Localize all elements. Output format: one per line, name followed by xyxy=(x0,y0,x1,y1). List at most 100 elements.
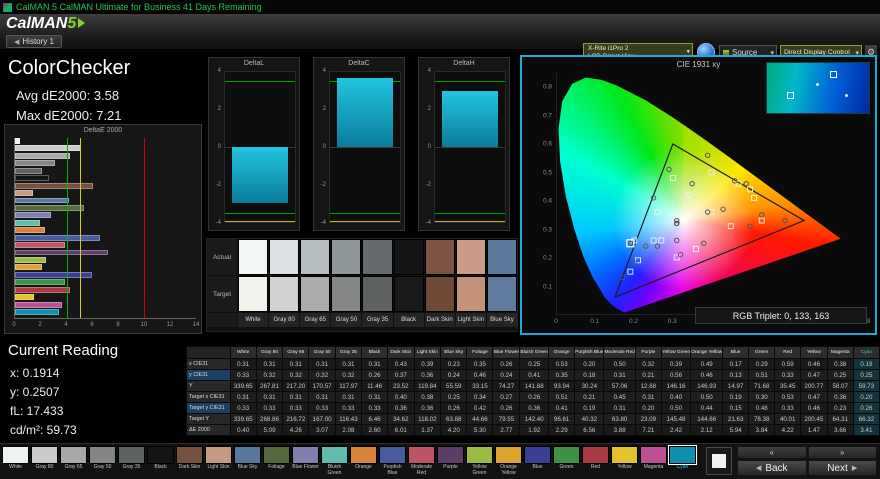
row-label: Target Y xyxy=(186,413,231,425)
cell: 2.08 xyxy=(334,424,363,436)
patch-button-Blue Flower[interactable]: Blue Flower xyxy=(292,446,319,478)
cell: 35.45 xyxy=(774,380,802,392)
axis-tick: 0.1 xyxy=(542,283,552,291)
patch-button-Light Skin[interactable]: Light Skin xyxy=(205,446,232,478)
deltah-bar xyxy=(442,90,498,147)
cell: 34.62 xyxy=(387,413,415,425)
patch-button-Orange[interactable]: Orange xyxy=(350,446,377,478)
patch-label: Purple xyxy=(443,464,458,470)
patch-button-Gray 65[interactable]: Gray 65 xyxy=(60,446,87,478)
cell: 0.25 xyxy=(519,358,550,370)
cell: 0.41 xyxy=(548,402,576,414)
inset-point xyxy=(844,94,848,97)
next-button[interactable]: Next ▶ xyxy=(807,460,877,476)
pattern-window-button[interactable] xyxy=(706,447,732,475)
cell: 116.43 xyxy=(334,413,363,425)
patch-button-Blue[interactable]: Blue xyxy=(524,446,551,478)
page-title: ColorChecker xyxy=(8,57,131,79)
cell: 59.73 xyxy=(852,380,880,392)
patch-button-Gray 50[interactable]: Gray 50 xyxy=(89,446,116,478)
gray-ref-line xyxy=(435,147,505,148)
cell: 0.32 xyxy=(255,369,284,381)
patch-button-Dark Skin[interactable]: Dark Skin xyxy=(176,446,203,478)
cell: 66.32 xyxy=(852,413,880,425)
cell: 0.40 xyxy=(387,391,415,403)
patch-button-Black[interactable]: Black xyxy=(147,446,174,478)
patch-label: Red xyxy=(590,464,601,470)
swatch-name: Gray 80 xyxy=(269,313,300,327)
measured-point xyxy=(782,217,788,224)
col-header: Gray 35 xyxy=(334,346,363,359)
patch-button-Blue Sky[interactable]: Blue Sky xyxy=(234,446,261,478)
patch-button-Yellow[interactable]: Yellow xyxy=(611,446,638,478)
cell: 119.84 xyxy=(413,380,442,392)
axis-tick: 0.3 xyxy=(667,318,677,325)
back-button[interactable]: ◀ Back xyxy=(737,460,807,476)
deltae-bar xyxy=(15,301,63,308)
patch-label: Bluish Green xyxy=(327,464,342,476)
cell: 0.17 xyxy=(722,358,750,370)
actual-swatch-Gray 80 xyxy=(269,239,300,275)
history-tab[interactable]: ◀ History 1 xyxy=(6,35,62,48)
patch-button-Bluish Green[interactable]: Bluish Green xyxy=(321,446,348,478)
cell: 78.38 xyxy=(748,413,776,425)
cell: 5.30 xyxy=(466,424,494,436)
cell: 2.12 xyxy=(690,424,724,436)
cell: 0.25 xyxy=(440,391,468,403)
patch-swatch xyxy=(234,446,261,464)
row-label: x CIE31 xyxy=(186,358,231,370)
deltah-plot xyxy=(434,71,506,223)
next-label: Next xyxy=(827,462,848,474)
axis-tick: 6 xyxy=(90,322,94,328)
axis-tick: 0.3 xyxy=(542,226,552,234)
col-header: Cyan xyxy=(852,346,880,359)
patch-button-Red[interactable]: Red xyxy=(582,446,609,478)
patch-button-Yellow Green[interactable]: Yellow Green xyxy=(466,446,493,478)
patch-button-Purple[interactable]: Purple xyxy=(437,446,464,478)
measured-point xyxy=(674,237,680,244)
patch-button-Cyan[interactable]: Cyan xyxy=(668,445,697,478)
patch-button-Magenta[interactable]: Magenta xyxy=(640,446,667,478)
cell: 0.31 xyxy=(308,358,336,370)
target-swatch-White xyxy=(238,276,269,312)
cell: 0.53 xyxy=(774,391,802,403)
axis-tick: 2 xyxy=(38,322,42,328)
cell: 0.15 xyxy=(722,402,750,414)
patch-button-Purplish Blue[interactable]: Purplish Blue xyxy=(379,446,406,478)
cell: 40.01 xyxy=(774,413,802,425)
gamut-triangle xyxy=(613,143,806,299)
patch-button-Green[interactable]: Green xyxy=(553,446,580,478)
cell: 74.27 xyxy=(492,380,521,392)
cell: 339.65 xyxy=(229,413,257,425)
deltae-chart-panel[interactable]: DeltaE 2000 0 2 4 6 8 10 12 14 xyxy=(4,124,202,334)
deltac-chart-panel[interactable]: DeltaC 4 2 0 -2 -4 xyxy=(313,57,405,231)
actual-swatch-Gray 35 xyxy=(362,239,393,275)
cie-chart-panel[interactable]: CIE 1931 xy 00.10.20.30.40.50.60.70.8 0.… xyxy=(520,55,877,335)
patch-button-Foliage[interactable]: Foliage xyxy=(263,446,290,478)
swatch-grid[interactable]: Actual Target White Gray 80 Gray 65 Gray 50 Gr… xyxy=(206,238,518,332)
skip-back-button[interactable]: « xyxy=(737,446,807,459)
patch-button-Moderate Red[interactable]: Moderate Red xyxy=(408,446,435,478)
axis-tick: 12 xyxy=(166,322,174,328)
deltah-chart-panel[interactable]: DeltaH 4 2 0 -2 -4 xyxy=(418,57,510,231)
axis-tick: 4 xyxy=(217,68,221,74)
patch-button-Gray 35[interactable]: Gray 35 xyxy=(118,446,145,478)
toolbar: CalMAN5 ◀ History 1 X-Rite i1Pro 2 LCD D… xyxy=(0,14,880,61)
patch-swatch xyxy=(31,446,58,464)
patch-button-White[interactable]: White xyxy=(2,446,29,478)
patch-button-Orange Yellow[interactable]: Orange Yellow xyxy=(495,446,522,478)
patch-button-Gray 80[interactable]: Gray 80 xyxy=(31,446,58,478)
spacer xyxy=(207,313,237,327)
patch-label: Orange xyxy=(355,464,372,470)
row-label: Target y CIE31 xyxy=(186,402,231,414)
deltal-chart-panel[interactable]: DeltaL 4 2 0 -2 -4 xyxy=(208,57,300,231)
cell: 0.31 xyxy=(361,358,389,370)
axis-tick: 0.1 xyxy=(590,318,600,325)
target-swatch-Gray 50 xyxy=(331,276,362,312)
col-header: Purplish Blue xyxy=(574,346,605,359)
cell: 146.93 xyxy=(690,380,724,392)
row-label-target: Target xyxy=(207,276,237,312)
deltae-bar xyxy=(15,197,70,204)
skip-forward-button[interactable]: » xyxy=(807,446,877,459)
cell: 1.37 xyxy=(413,424,442,436)
